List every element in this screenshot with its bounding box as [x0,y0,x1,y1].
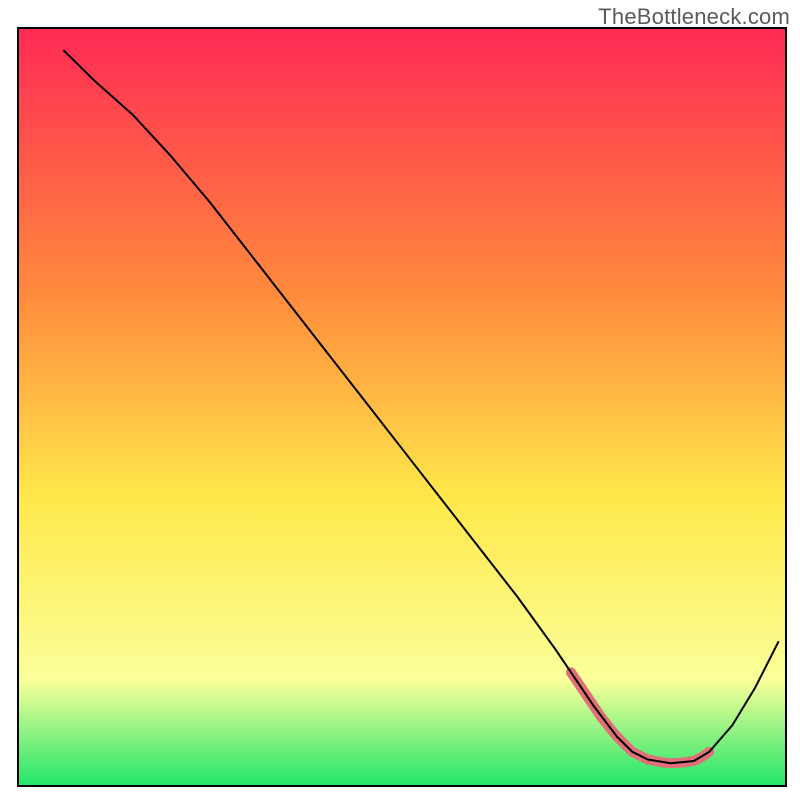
bottleneck-chart [0,0,800,800]
chart-background [18,28,786,786]
watermark-text: TheBottleneck.com [598,4,790,30]
chart-stage: TheBottleneck.com [0,0,800,800]
